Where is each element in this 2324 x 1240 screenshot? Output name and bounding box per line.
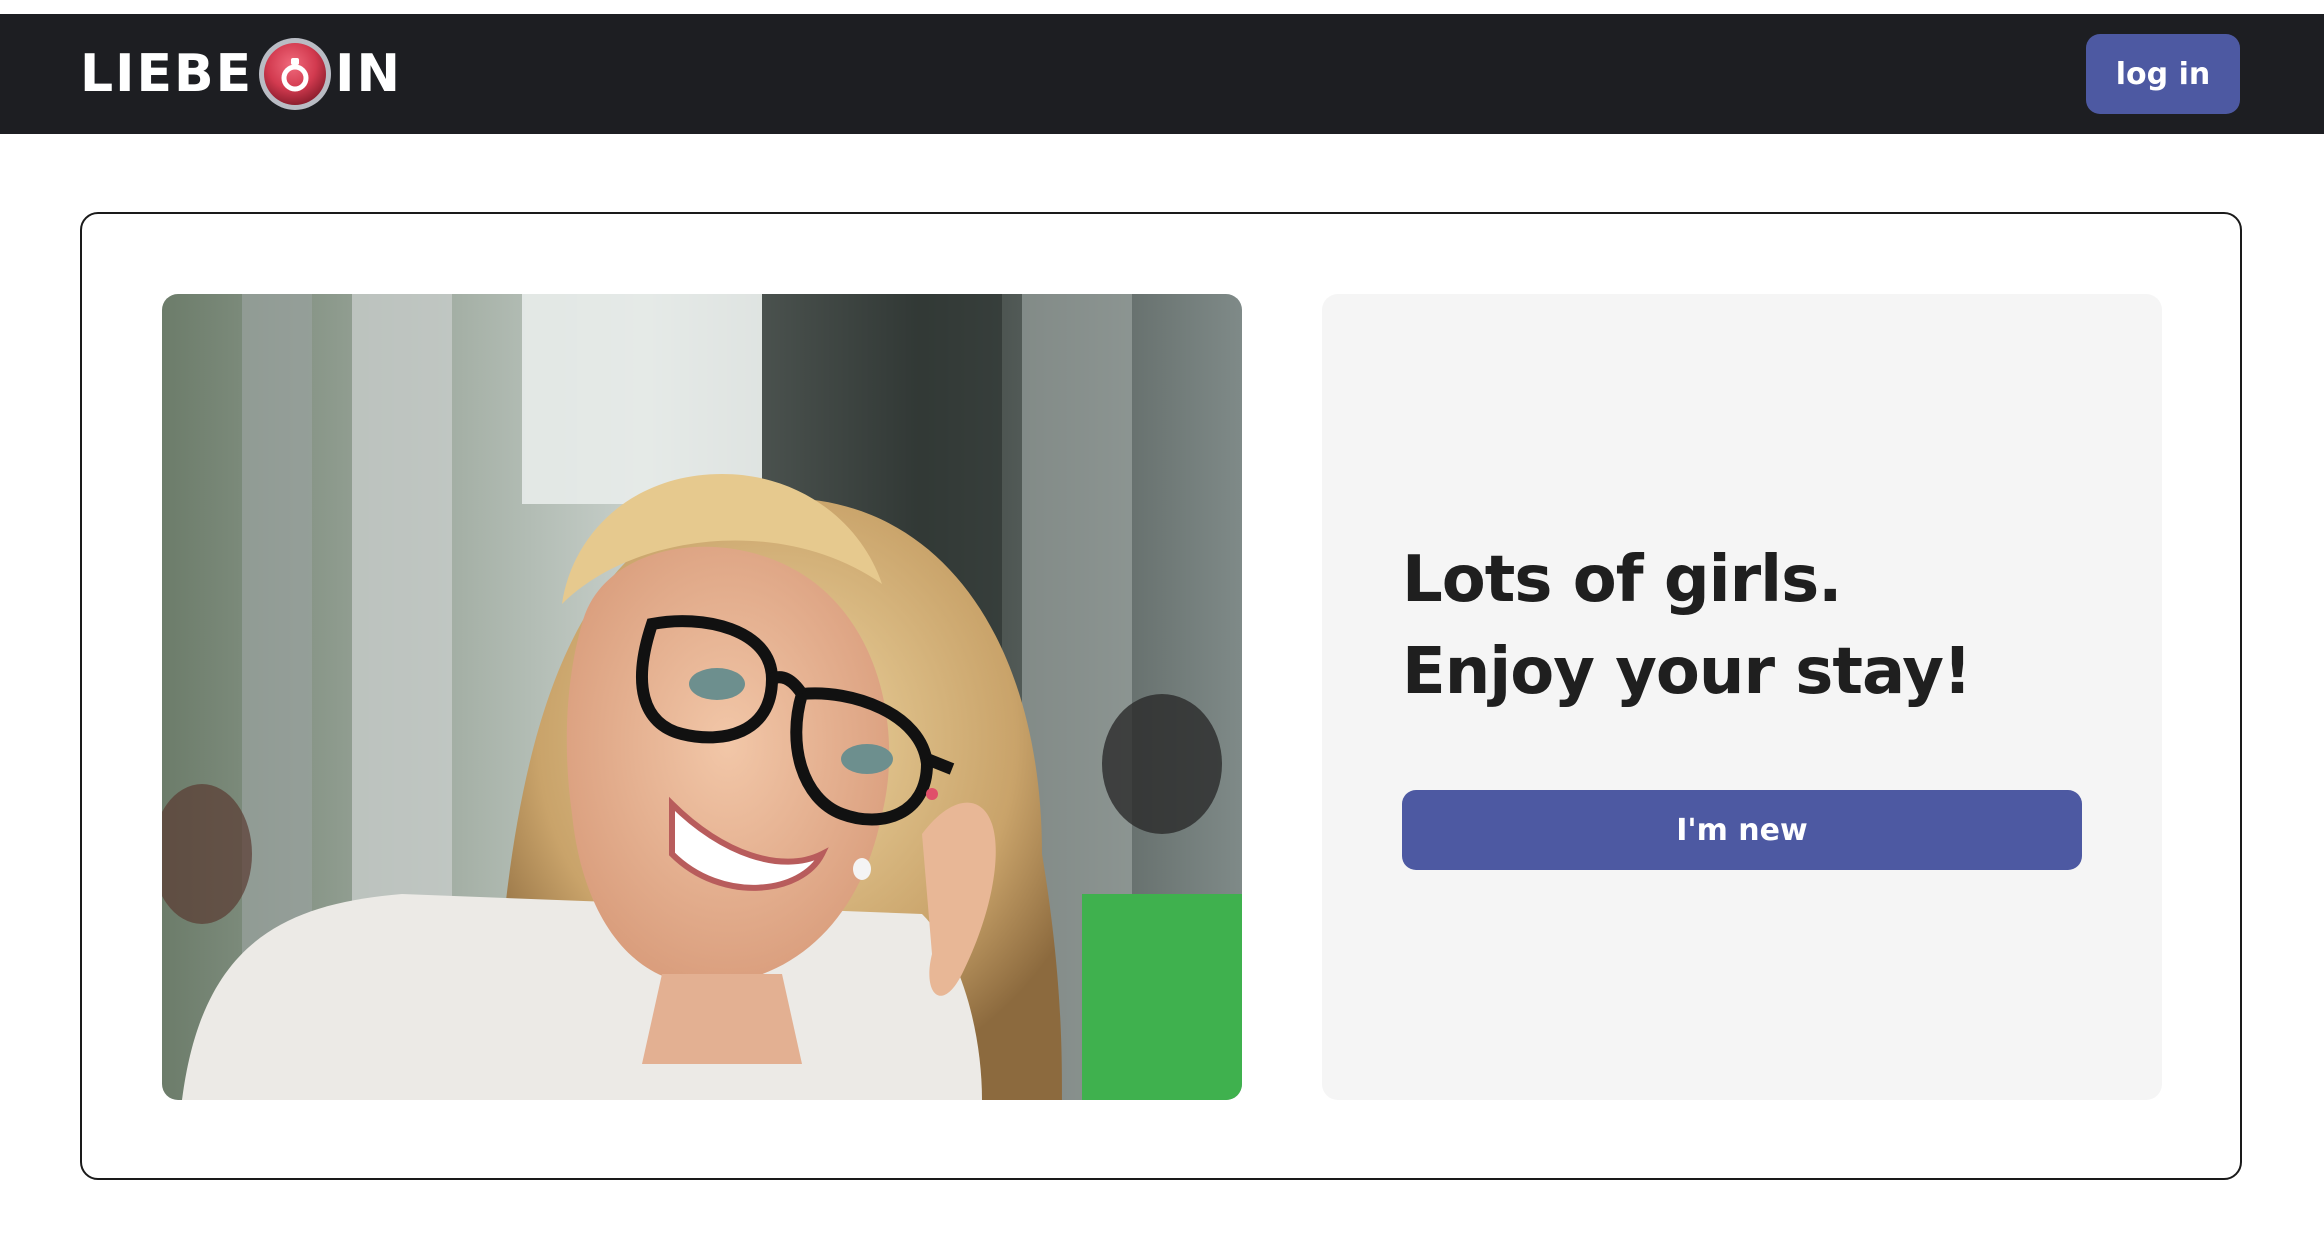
im-new-button[interactable]: I'm new (1402, 790, 2082, 870)
ring-icon (257, 36, 333, 112)
logo-text-right: IN (335, 44, 403, 104)
top-strip (0, 0, 2324, 14)
login-button[interactable]: log in (2086, 34, 2240, 114)
site-logo[interactable]: LIEBE IN (80, 14, 402, 134)
hero-card: Lots of girls. Enjoy your stay! I'm new (80, 212, 2242, 1180)
hero-photo (162, 294, 1242, 1100)
welcome-headline: Lots of girls. Enjoy your stay! (1402, 543, 1972, 709)
logo-text-left: LIEBE (80, 44, 254, 104)
welcome-panel: Lots of girls. Enjoy your stay! I'm new (1322, 294, 2162, 1100)
navbar: LIEBE IN log in (0, 14, 2324, 134)
